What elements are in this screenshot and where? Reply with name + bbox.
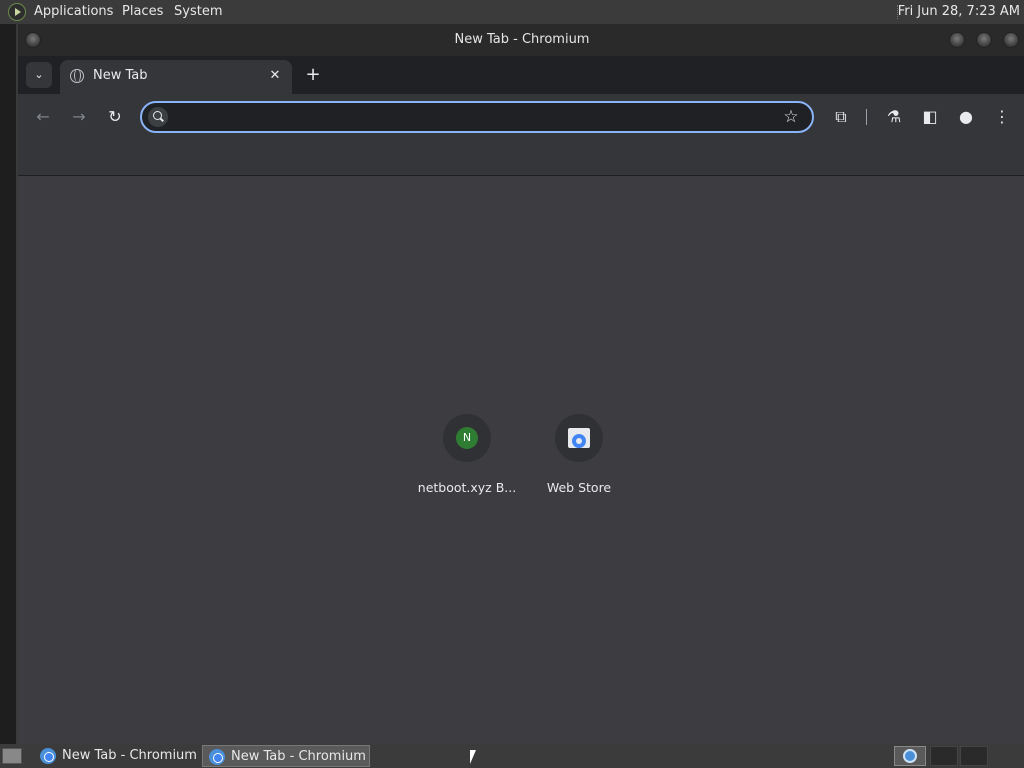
window-titlebar[interactable]: New Tab - Chromium <box>18 24 1024 56</box>
taskbar-item-active[interactable]: New Tab - Chromium <box>202 745 370 767</box>
netboot-favicon-icon: N <box>456 427 478 449</box>
menu-applications[interactable]: Applications <box>34 4 113 19</box>
side-panel-icon[interactable]: ◧ <box>918 105 942 129</box>
omnibox[interactable]: ☆ <box>140 101 814 133</box>
globe-icon <box>70 69 84 83</box>
show-desktop-icon[interactable] <box>2 748 22 764</box>
taskbar-item-label: New Tab - Chromium <box>62 748 197 763</box>
maximize-button[interactable] <box>976 32 992 48</box>
tab-search-button[interactable]: ⌄ <box>26 62 52 88</box>
tray-chromium-icon[interactable] <box>894 746 926 766</box>
shortcut-netboot[interactable]: N netboot.xyz B... <box>411 414 523 514</box>
window-title: New Tab - Chromium <box>454 32 590 47</box>
chromium-window: New Tab - Chromium ⌄ New Tab ✕ + ← → ↻ ☆… <box>16 24 1024 744</box>
taskbar-item[interactable]: New Tab - Chromium <box>34 745 198 767</box>
workspace-switcher-2[interactable] <box>960 746 988 766</box>
profile-avatar-icon[interactable]: ● <box>954 105 978 129</box>
kebab-menu-icon[interactable]: ⋮ <box>990 105 1014 129</box>
workspace-switcher-1[interactable] <box>930 746 958 766</box>
minimize-button[interactable] <box>949 32 965 48</box>
shortcut-label: netboot.xyz B... <box>417 480 517 495</box>
bookmarks-bar <box>18 140 1024 176</box>
distro-logo-icon[interactable] <box>8 3 26 21</box>
toolbar-divider <box>866 109 867 125</box>
mouse-cursor-icon <box>470 750 482 764</box>
extensions-icon[interactable]: ⧉ <box>829 105 853 129</box>
shortcut-tile: N <box>443 414 491 462</box>
reload-button[interactable]: ↻ <box>103 105 127 129</box>
tab-strip: ⌄ New Tab ✕ + <box>18 56 1024 94</box>
bookmark-star-icon[interactable]: ☆ <box>780 106 802 128</box>
clock[interactable]: Fri Jun 28, 7:23 AM <box>898 4 1020 19</box>
taskbar-item-label: New Tab - Chromium <box>231 749 366 764</box>
chromium-icon <box>40 748 56 764</box>
desktop-edge <box>0 24 16 744</box>
menu-places[interactable]: Places <box>122 4 163 19</box>
top-panel: Applications Places System Fri Jun 28, 7… <box>0 0 1024 24</box>
bottom-taskbar: New Tab - Chromium New Tab - Chromium <box>0 744 1024 768</box>
webstore-favicon-icon <box>568 428 590 448</box>
tab-close-icon[interactable]: ✕ <box>266 67 284 85</box>
back-button[interactable]: ← <box>31 105 55 129</box>
chromium-icon <box>209 749 225 765</box>
forward-button[interactable]: → <box>67 105 91 129</box>
menu-system[interactable]: System <box>174 4 222 19</box>
address-bar-input[interactable] <box>172 106 772 128</box>
new-tab-page: N netboot.xyz B... Web Store <box>18 176 1024 744</box>
search-icon <box>148 107 168 127</box>
tab-title: New Tab <box>93 68 148 83</box>
browser-toolbar: ← → ↻ ☆ ⧉ ⚗ ◧ ● ⋮ <box>18 94 1024 140</box>
shortcut-label: Web Store <box>546 480 612 495</box>
tab-new-tab[interactable]: New Tab ✕ <box>60 60 292 94</box>
labs-flask-icon[interactable]: ⚗ <box>882 105 906 129</box>
close-window-button[interactable] <box>1003 32 1019 48</box>
new-tab-button[interactable]: + <box>302 64 324 86</box>
shortcut-web-store[interactable]: Web Store <box>523 414 635 514</box>
shortcut-tile <box>555 414 603 462</box>
